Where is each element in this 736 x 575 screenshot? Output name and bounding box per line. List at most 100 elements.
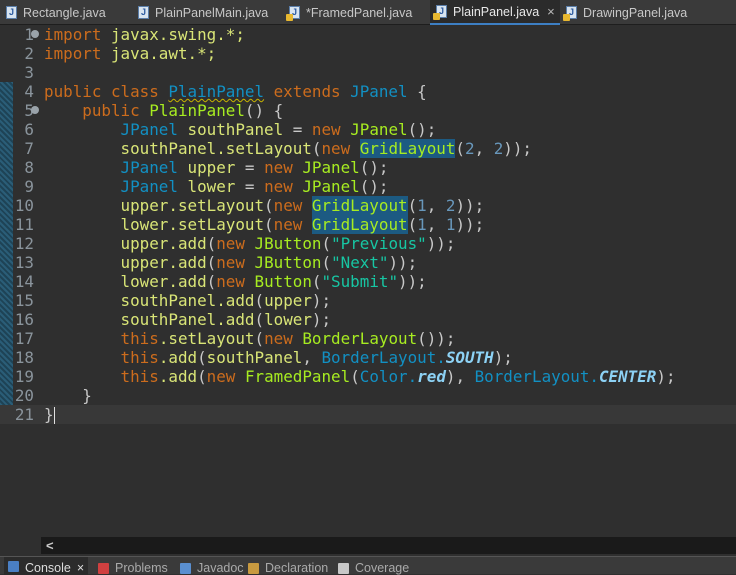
code-text: this.add(southPanel, BorderLayout.SOUTH)… bbox=[44, 348, 513, 367]
code-token: new bbox=[264, 158, 303, 177]
code-line[interactable]: 10 upper.setLayout(new GridLayout(1, 2))… bbox=[0, 196, 736, 215]
code-text: southPanel.add(lower); bbox=[44, 310, 332, 329]
code-line[interactable]: 21} bbox=[0, 405, 736, 424]
code-token: ); bbox=[311, 310, 332, 329]
code-line[interactable]: 13 upper.add(new JButton("Next")); bbox=[0, 253, 736, 272]
code-token: ); bbox=[493, 348, 513, 367]
code-token: ( bbox=[197, 348, 207, 367]
panel-tab-label: Declaration bbox=[265, 561, 329, 575]
code-token: JButton bbox=[254, 234, 322, 253]
code-token: 1 bbox=[417, 196, 427, 215]
panel-tab-javadoc[interactable]: Javadoc bbox=[180, 561, 244, 575]
code-token: javax.swing.*; bbox=[101, 25, 245, 44]
code-text: southPanel.setLayout(new GridLayout(2, 2… bbox=[44, 139, 532, 158]
code-editor[interactable]: 1 import javax.swing.*; 2 import java.awt.*… bbox=[0, 25, 736, 537]
code-token: JPanel bbox=[44, 158, 188, 177]
code-token: )); bbox=[426, 234, 456, 253]
code-token: ( bbox=[455, 139, 465, 158]
code-token: new bbox=[206, 367, 245, 386]
line-number: 12 bbox=[14, 234, 34, 253]
panel-tab-label: Javadoc bbox=[197, 561, 244, 575]
code-token: .add bbox=[158, 367, 198, 386]
code-token: "Next" bbox=[331, 253, 389, 272]
code-line[interactable]: 9 JPanel lower = new JPanel(); bbox=[0, 177, 736, 196]
code-line[interactable]: 8 JPanel upper = new JPanel(); bbox=[0, 158, 736, 177]
scroll-left-arrow[interactable]: < bbox=[46, 538, 54, 553]
fold-collapse-icon[interactable] bbox=[31, 106, 39, 114]
code-line[interactable]: 11 lower.setLayout(new GridLayout(1, 1))… bbox=[0, 215, 736, 234]
code-token: new bbox=[273, 215, 312, 234]
tab-label: DrawingPanel.java bbox=[583, 5, 688, 20]
coverage-icon bbox=[338, 562, 349, 574]
code-line[interactable]: 14 lower.add(new Button("Submit")); bbox=[0, 272, 736, 291]
code-line[interactable]: 17 this.setLayout(new BorderLayout()); bbox=[0, 329, 736, 348]
code-line[interactable]: 16 southPanel.add(lower); bbox=[0, 310, 736, 329]
code-token: .add bbox=[158, 348, 198, 367]
panel-tab-console[interactable]: Console × bbox=[4, 557, 89, 575]
code-token: ( bbox=[321, 253, 332, 272]
code-token: public bbox=[44, 101, 150, 120]
tab-label: Rectangle.java bbox=[23, 5, 106, 20]
text-cursor bbox=[53, 407, 55, 424]
code-line[interactable]: 4 public class PlainPanel extends JPanel … bbox=[0, 82, 736, 101]
code-line[interactable]: 12 upper.add(new JButton("Previous")); bbox=[0, 234, 736, 253]
code-token: new bbox=[321, 139, 360, 158]
tab-drawingpaneljava[interactable]: J DrawingPanel.java bbox=[560, 0, 687, 25]
code-text: public PlainPanel() { bbox=[44, 101, 283, 120]
code-token: = bbox=[292, 120, 312, 139]
code-token: this bbox=[44, 367, 159, 386]
code-token: import bbox=[44, 44, 102, 63]
code-line[interactable]: 19 this.add(new FramedPanel(Color.red), … bbox=[0, 367, 736, 386]
panel-tab-declaration[interactable]: Declaration bbox=[248, 561, 328, 575]
code-token: upper.add bbox=[44, 253, 207, 272]
code-token: , bbox=[302, 348, 322, 367]
code-token: upper.setLayout bbox=[44, 196, 265, 215]
code-token: southPanel.add bbox=[44, 310, 255, 329]
java-file-icon: J bbox=[6, 6, 17, 19]
code-text: } bbox=[44, 405, 55, 424]
tab-plainpanelmainjava[interactable]: J PlainPanelMain.java bbox=[132, 0, 268, 25]
code-token: JPanel bbox=[350, 82, 418, 101]
code-line[interactable]: 15 southPanel.add(upper); bbox=[0, 291, 736, 310]
code-token: GridLayout bbox=[311, 215, 408, 234]
code-text: JPanel lower = new JPanel(); bbox=[44, 177, 389, 196]
close-icon[interactable]: × bbox=[77, 561, 84, 575]
code-line[interactable]: 3 bbox=[0, 63, 736, 82]
line-number: 15 bbox=[14, 291, 34, 310]
editor-tab-bar: J Rectangle.java J PlainPanelMain.java J *Fra… bbox=[0, 0, 736, 25]
code-line[interactable]: 7 southPanel.setLayout(new GridLayout(2,… bbox=[0, 139, 736, 158]
code-token: lower.add bbox=[44, 272, 207, 291]
code-token: )); bbox=[503, 139, 532, 158]
code-token: lower bbox=[187, 177, 245, 196]
tab-framedpaneljava[interactable]: J *FramedPanel.java bbox=[283, 0, 412, 25]
code-line[interactable]: 18 this.add(southPanel, BorderLayout.SOU… bbox=[0, 348, 736, 367]
line-number: 16 bbox=[14, 310, 34, 329]
panel-tab-problems[interactable]: Problems bbox=[98, 561, 168, 575]
code-text: this.add(new FramedPanel(Color.red), Bor… bbox=[44, 367, 676, 386]
tab-rectanglejava[interactable]: J Rectangle.java bbox=[0, 0, 106, 25]
code-text: lower.setLayout(new GridLayout(1, 1)); bbox=[44, 215, 484, 234]
code-token: ( bbox=[254, 329, 265, 348]
line-number: 20 bbox=[14, 386, 34, 405]
code-line[interactable]: 5 public PlainPanel() { bbox=[0, 101, 736, 120]
line-number: 14 bbox=[14, 272, 34, 291]
code-line[interactable]: 20 } bbox=[0, 386, 736, 405]
code-token: FramedPanel bbox=[244, 367, 351, 386]
horizontal-scrollbar[interactable]: < bbox=[41, 537, 736, 554]
close-icon[interactable]: × bbox=[547, 4, 555, 19]
code-token: import bbox=[44, 25, 102, 44]
tab-plainpaneljava[interactable]: J PlainPanel.java × bbox=[430, 0, 560, 25]
code-text: import javax.swing.*; bbox=[44, 25, 245, 44]
code-token: red bbox=[417, 367, 446, 386]
code-token: new bbox=[311, 120, 351, 139]
code-token: CENTER bbox=[598, 367, 657, 386]
code-token: ( bbox=[264, 196, 274, 215]
code-line[interactable]: 6 JPanel southPanel = new JPanel(); bbox=[0, 120, 736, 139]
code-line[interactable]: 2 import java.awt.*; bbox=[0, 44, 736, 63]
fold-collapse-icon[interactable] bbox=[31, 30, 39, 38]
code-token: SOUTH bbox=[445, 348, 494, 367]
code-token: = bbox=[244, 177, 265, 196]
panel-tab-coverage[interactable]: Coverage bbox=[338, 561, 409, 575]
line-number: 6 bbox=[24, 120, 34, 139]
code-line[interactable]: 1 import javax.swing.*; bbox=[0, 25, 736, 44]
